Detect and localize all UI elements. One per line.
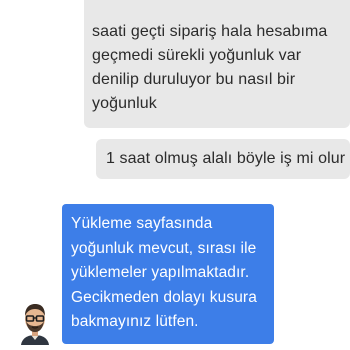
message-line: yoğunluk	[92, 95, 157, 112]
message-line: saati geçti sipariş hala hesabıma	[92, 23, 328, 40]
user-message-bubble: 1 saat olmuş alalı böyle iş mi olur	[96, 139, 350, 179]
message-line: 1 saat olmuş alalı böyle iş mi olur	[106, 150, 346, 167]
support-agent-avatar-icon	[18, 303, 52, 345]
message-line: yoğunluk mevcut, sırası ile	[71, 239, 257, 257]
message-line: denilip duruluyor bu nasıl bir	[92, 71, 296, 88]
message-line: Gecikmeden dolayı kusura	[71, 288, 257, 306]
chat-window: saati geçti sipariş hala hesabıma geçmed…	[0, 0, 350, 350]
message-line: yüklemeler yapılmaktadır.	[71, 264, 250, 281]
message-line: geçmedi sürekli yoğunluk var	[92, 47, 302, 64]
agent-message-bubble: Yükleme sayfasında yoğunluk mevcut, sıra…	[62, 204, 274, 344]
message-line: bakmayınız lütfen.	[71, 313, 199, 330]
message-line: Yükleme sayfasında	[71, 215, 213, 232]
user-message-bubble: saati geçti sipariş hala hesabıma geçmed…	[84, 0, 350, 128]
